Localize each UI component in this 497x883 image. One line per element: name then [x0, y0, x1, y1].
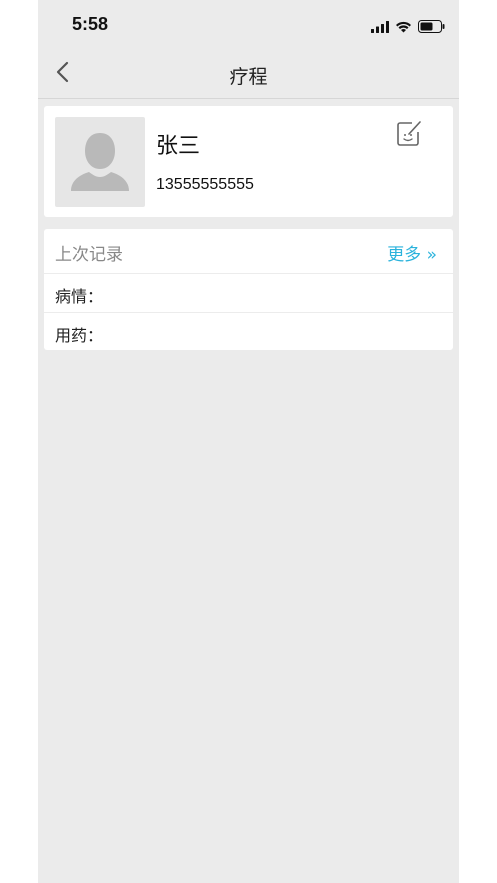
- nav-bar: 疗程: [38, 50, 459, 99]
- phone-screen: 5:58 疗程 张三 13555555555 上次记录 更多 » 病情： 用药：: [38, 0, 459, 883]
- more-link[interactable]: 更多 »: [387, 240, 437, 265]
- user-silhouette-icon: [55, 133, 145, 207]
- condition-label: 病情：: [55, 287, 104, 306]
- record-row-medication: 用药：: [44, 313, 453, 351]
- edit-icon: [395, 121, 423, 152]
- status-icons: [371, 18, 445, 37]
- last-record-card: 上次记录 更多 » 病情： 用药：: [44, 229, 453, 350]
- page-title: 疗程: [229, 66, 268, 88]
- record-header: 上次记录 更多 »: [44, 229, 453, 274]
- record-row-condition: 病情：: [44, 274, 453, 313]
- medication-label: 用药：: [55, 326, 104, 345]
- profile-card: 张三 13555555555: [44, 106, 453, 217]
- user-name: 张三: [156, 134, 201, 159]
- status-bar: 5:58: [38, 0, 459, 50]
- user-phone: 13555555555: [156, 176, 254, 193]
- cellular-signal-icon: [371, 18, 389, 37]
- status-time: 5:58: [72, 14, 109, 34]
- record-title: 上次记录: [55, 245, 123, 265]
- edit-profile-button[interactable]: [395, 120, 423, 148]
- wifi-icon: [395, 18, 412, 37]
- battery-icon: [418, 18, 445, 37]
- avatar[interactable]: [55, 117, 145, 207]
